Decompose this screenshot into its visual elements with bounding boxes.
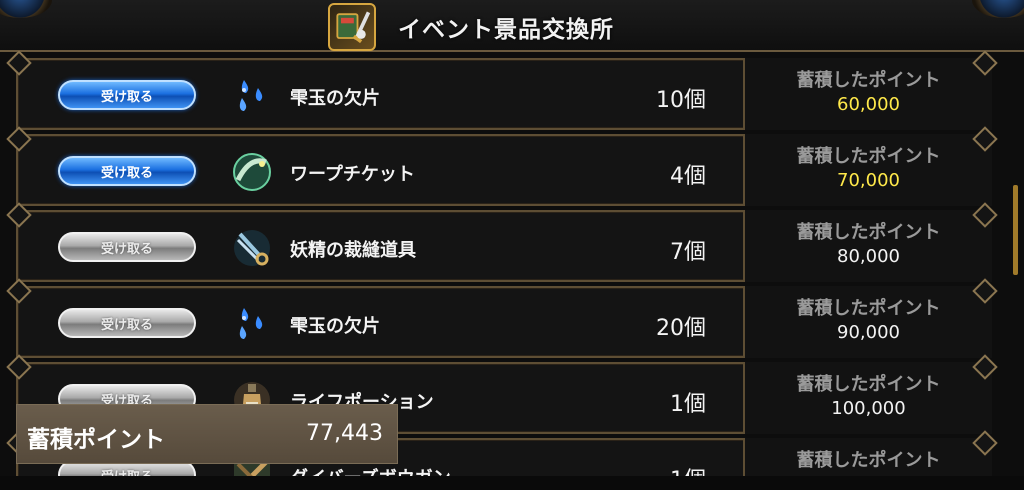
item-quantity: 20個 [656,316,706,341]
required-points-value: 100,000 [831,398,906,419]
required-points-label: 蓄積したポイント [796,70,941,91]
scrollbar-thumb[interactable] [1013,185,1018,275]
item-name: 雫玉の欠片 [290,88,380,109]
required-points-label: 蓄積したポイント [796,374,941,395]
item-name: 妖精の裁縫道具 [290,240,416,261]
reward-row: 受け取る 雫玉の欠片 10個 蓄積したポイント 60,000 [16,58,992,130]
item-quantity: 7個 [670,240,706,265]
required-points-value: 60,000 [837,94,900,115]
item-quantity: 1個 [670,392,706,417]
required-points-value: 80,000 [837,246,900,267]
required-points-label: 蓄積したポイント [796,222,941,243]
reward-row: 受け取る 雫玉の欠片 20個 蓄積したポイント 90,000 [16,286,992,358]
event-exchange-screen: イベント景品交換所 受け取る 雫玉の欠片 10個 蓄積したポイント 60,000… [0,0,1024,490]
required-points-box: 蓄積したポイント 80,000 [743,210,992,282]
page-title: イベント景品交換所 [398,17,614,43]
corner-ornament-right [972,0,1024,18]
required-points-label: 蓄積したポイント [796,146,941,167]
corner-ornament-left [0,0,52,18]
droplet-shards-icon [230,74,274,118]
accumulated-points-value: 77,443 [306,421,383,446]
required-points-label: 蓄積したポイント [796,298,941,319]
receive-button[interactable]: 受け取る [58,232,196,262]
accumulated-points-panel: 蓄積ポイント 77,443 [16,404,398,464]
item-name: ワープチケット [290,164,415,185]
required-points-value: 90,000 [837,322,900,343]
required-points-box: 蓄積したポイント 90,000 [743,286,992,358]
scissors-tool-icon [230,226,274,270]
required-points-label: 蓄積したポイント [796,450,941,471]
warp-ticket-icon [230,150,274,194]
required-points-box: 蓄積したポイント 60,000 [743,58,992,130]
reward-row: 受け取る 妖精の裁縫道具 7個 蓄積したポイント 80,000 [16,210,992,282]
droplet-shards-icon [230,302,274,346]
header-bar: イベント景品交換所 [0,0,1024,52]
item-quantity: 10個 [656,88,706,113]
required-points-box: 蓄積したポイント 100,000 [743,362,992,434]
receive-button[interactable]: 受け取る [58,308,196,338]
required-points-value: 70,000 [837,170,900,191]
accumulated-points-label: 蓄積ポイント [27,427,165,453]
item-quantity: 4個 [670,164,706,189]
item-name: 雫玉の欠片 [290,316,380,337]
event-treasure-icon [328,3,376,51]
reward-row: 受け取る ワープチケット 4個 蓄積したポイント 70,000 [16,134,992,206]
receive-button[interactable]: 受け取る [58,156,196,186]
receive-button[interactable]: 受け取る [58,80,196,110]
bottom-status-strip [0,476,1024,490]
required-points-box: 蓄積したポイント 70,000 [743,134,992,206]
